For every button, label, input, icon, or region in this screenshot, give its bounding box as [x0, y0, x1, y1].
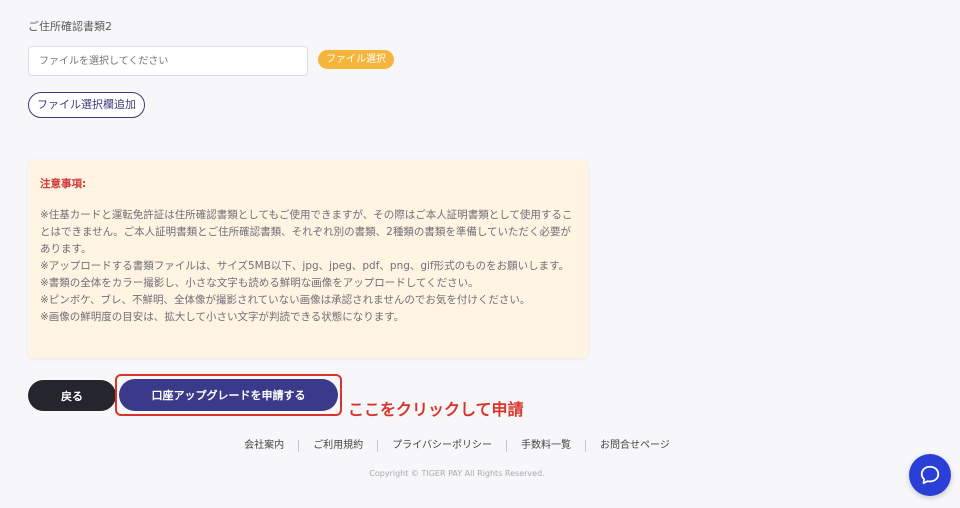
footer-link-contact[interactable]: お問合せページ: [585, 440, 684, 452]
back-button[interactable]: 戻る: [28, 380, 116, 411]
notice-body: ※住基カードと運転免許証は住所確認書類としてもご使用できますが、その際はご本人証…: [40, 207, 576, 326]
file-input[interactable]: [28, 46, 308, 76]
footer-link-fees[interactable]: 手数料一覧: [506, 440, 585, 452]
chat-bubble-icon: [920, 465, 940, 485]
notice-box: 注意事項: ※住基カードと運転免許証は住所確認書類としてもご使用できますが、その…: [28, 160, 588, 358]
footer-link-terms[interactable]: ご利用規約: [298, 440, 377, 452]
section-label: ご住所確認書類2: [28, 20, 112, 33]
chat-button[interactable]: [909, 454, 951, 496]
notice-line: ※書類の全体をカラー撮影し、小さな文字も読める鮮明な画像をアップロードしてくださ…: [40, 277, 479, 289]
file-select-button[interactable]: ファイル選択: [318, 50, 394, 69]
notice-line: ※住基カードと運転免許証は住所確認書類としてもご使用できますが、その際はご本人証…: [40, 209, 573, 255]
notice-line: ※画像の鮮明度の目安は、拡大して小さい文字が判読できる状態になります。: [40, 311, 405, 323]
copyright: Copyright © TIGER PAY All Rights Reserve…: [369, 469, 545, 478]
footer-link-privacy[interactable]: プライバシーポリシー: [377, 440, 506, 452]
add-file-field-button[interactable]: ファイル選択欄追加: [28, 92, 145, 118]
annotation-text: ここをクリックして申請: [348, 400, 524, 419]
notice-line: ※アップロードする書類ファイルは、サイズ5MB以下、jpg、jpeg、pdf、p…: [40, 260, 570, 272]
footer-links: 会社案内 ご利用規約 プライバシーポリシー 手数料一覧 お問合せページ: [0, 440, 914, 452]
footer-link-company[interactable]: 会社案内: [230, 440, 298, 452]
upgrade-account-button[interactable]: 口座アップグレードを申請する: [119, 379, 338, 411]
notice-title: 注意事項:: [40, 178, 87, 190]
notice-line: ※ピンボケ、ブレ、不鮮明、全体像が撮影されていない画像は承認されませんのでお気を…: [40, 294, 531, 306]
